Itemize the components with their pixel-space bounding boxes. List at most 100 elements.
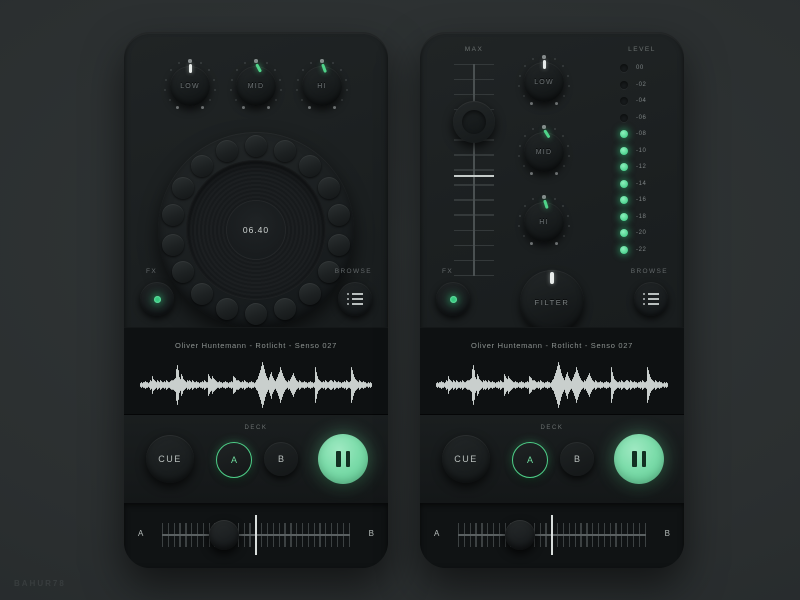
fx-led-icon (449, 295, 457, 303)
pause-bar (345, 451, 350, 467)
track-title-left: Oliver Huntemann - Rotlicht - Senso 027 (175, 341, 337, 350)
browse-button-right[interactable] (634, 282, 668, 316)
level-led-row: -04 (614, 93, 670, 110)
right-transport-panel: DECK CUE A B (420, 415, 684, 503)
waveform-left[interactable] (140, 362, 372, 408)
watermark: BAHUR78 (14, 579, 66, 588)
knob-label: FILTER (534, 297, 570, 307)
level-led-icon (620, 130, 628, 139)
deck-b-button-left[interactable]: B (264, 442, 298, 476)
waveform-right[interactable] (436, 362, 668, 408)
knob-hi-right[interactable]: HI (516, 194, 572, 250)
left-track-panel: Oliver Huntemann - Rotlicht - Senso 027 (124, 327, 388, 415)
crossfader-label-a-right: A (434, 529, 440, 538)
max-fader-rail[interactable] (473, 64, 475, 276)
level-meter-label: LEVEL (628, 46, 656, 53)
knob-low-right[interactable]: LOW (516, 54, 572, 110)
level-led-value: -18 (636, 213, 647, 220)
jog-time-display: 06.40 (242, 225, 270, 235)
left-crossfader-panel: A B (124, 503, 388, 568)
level-meter: 00 -02 -04 -06 -08 -10 -12 -14 -16 -18 -20 -22 (614, 60, 670, 258)
browse-label-left: BROWSE (334, 268, 372, 275)
list-icon (643, 293, 659, 305)
level-led-value: -08 (636, 131, 647, 138)
level-led-row: -20 (614, 225, 670, 242)
knob-mid-left[interactable]: MID (228, 58, 284, 114)
level-led-icon (620, 97, 628, 106)
crossfader-center-mark-left (255, 515, 257, 555)
level-led-value: -04 (636, 98, 647, 105)
level-led-row: 00 (614, 60, 670, 77)
max-fader[interactable] (446, 60, 502, 280)
browse-button-left[interactable] (338, 282, 372, 316)
level-led-value: -10 (636, 147, 647, 154)
right-top-panel: MAX LOW MID HI LEVEL 00 -02 -04 -06 -08 … (420, 32, 684, 334)
knob-label: HI (317, 82, 327, 90)
level-led-value: -22 (636, 246, 647, 253)
fx-led-icon (153, 295, 161, 303)
level-led-row: -22 (614, 242, 670, 259)
knob-body[interactable]: HI (302, 66, 342, 106)
knob-label: HI (539, 218, 549, 226)
knob-label: LOW (180, 82, 200, 90)
list-icon (347, 293, 363, 305)
screen: LOW MID HI 06.40 FX BROWSE Oliver Huntem… (0, 0, 800, 600)
knob-label: MID (247, 82, 265, 90)
level-led-icon (620, 179, 628, 188)
level-led-value: -12 (636, 164, 647, 171)
jog-wheel[interactable]: 06.40 (158, 132, 354, 328)
knob-body[interactable]: MID (524, 132, 564, 172)
right-crossfader-panel: A B (420, 503, 684, 568)
crossfader-label-b-right: B (664, 529, 670, 538)
deck-a-button-right[interactable]: A (512, 442, 548, 478)
level-led-value: -02 (636, 81, 647, 88)
level-led-value: -06 (636, 114, 647, 121)
play-pause-button-left[interactable] (318, 434, 368, 484)
jog-center: 06.40 (227, 201, 285, 259)
knob-indicator (550, 272, 554, 284)
level-led-row: -10 (614, 143, 670, 160)
deck-right: MAX LOW MID HI LEVEL 00 -02 -04 -06 -08 … (420, 32, 684, 568)
jog-platter[interactable]: 06.40 (186, 160, 326, 300)
level-led-row: -14 (614, 176, 670, 193)
deck-a-button-left[interactable]: A (216, 442, 252, 478)
level-led-row: -08 (614, 126, 670, 143)
deck-b-button-right[interactable]: B (560, 442, 594, 476)
deck-label-left: DECK (244, 425, 268, 431)
level-led-icon (620, 196, 628, 205)
knob-body[interactable]: MID (236, 66, 276, 106)
level-led-icon (620, 229, 628, 238)
level-led-row: -12 (614, 159, 670, 176)
fx-label-right: FX (442, 268, 454, 275)
level-led-value: -14 (636, 180, 647, 187)
pause-bar (336, 451, 341, 467)
level-led-icon (620, 146, 628, 155)
knob-low-left[interactable]: LOW (162, 58, 218, 114)
level-led-icon (620, 245, 628, 254)
level-led-row: -18 (614, 209, 670, 226)
level-led-icon (620, 212, 628, 221)
knob-body[interactable]: HI (524, 202, 564, 242)
knob-mid-right[interactable]: MID (516, 124, 572, 180)
play-pause-button-right[interactable] (614, 434, 664, 484)
cue-button-right[interactable]: CUE (442, 435, 490, 483)
level-led-icon (620, 80, 628, 89)
left-transport-panel: DECK CUE A B (124, 415, 388, 503)
level-led-row: -02 (614, 77, 670, 94)
crossfader-label-a-left: A (138, 529, 144, 538)
fx-button-left[interactable] (140, 282, 174, 316)
max-fader-label: MAX (464, 46, 484, 53)
fx-label-left: FX (146, 268, 158, 275)
level-led-icon (620, 64, 628, 73)
knob-label: MID (535, 148, 553, 156)
browse-label-right: BROWSE (630, 268, 668, 275)
level-led-row: -06 (614, 110, 670, 127)
cue-button-left[interactable]: CUE (146, 435, 194, 483)
knob-hi-left[interactable]: HI (294, 58, 350, 114)
track-title-right: Oliver Huntemann - Rotlicht - Senso 027 (471, 341, 633, 350)
crossfader-label-b-left: B (368, 529, 374, 538)
level-led-icon (620, 113, 628, 122)
fx-button-right[interactable] (436, 282, 470, 316)
level-led-value: 00 (636, 65, 644, 72)
level-led-row: -16 (614, 192, 670, 209)
